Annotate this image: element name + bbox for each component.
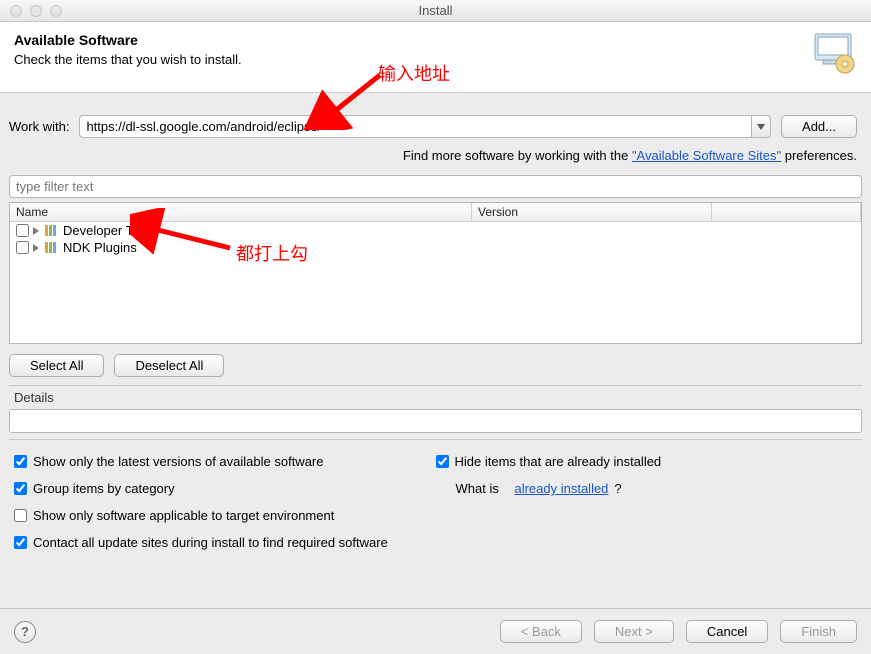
what-is-prefix: What is [456,481,499,496]
titlebar: Install [0,0,871,22]
opt-contact-sites-checkbox[interactable] [14,536,27,549]
banner: Available Software Check the items that … [0,22,871,93]
filter-input[interactable] [9,175,862,198]
opt-latest-versions[interactable]: Show only the latest versions of availab… [14,454,436,469]
opt-label: Hide items that are already installed [455,454,662,469]
install-icon [809,32,857,74]
opt-latest-versions-checkbox[interactable] [14,455,27,468]
column-version[interactable]: Version [472,203,712,221]
finish-button[interactable]: Finish [780,620,857,643]
details-label: Details [0,390,871,409]
options-right: Hide items that are already installed Wh… [436,454,858,550]
opt-label: Show only the latest versions of availab… [33,454,324,469]
banner-heading: Available Software [14,32,242,48]
software-tree[interactable]: Name Version Developer Tools NDK Plugins [9,202,862,344]
separator [9,385,862,386]
deselect-all-button[interactable]: Deselect All [114,354,224,377]
already-installed-link[interactable]: already installed [514,481,608,496]
what-is-line: What is already installed? [436,481,858,496]
select-all-button[interactable]: Select All [9,354,104,377]
row-checkbox[interactable] [16,224,29,237]
work-with-row: Work with: Add... [0,93,871,144]
what-is-suffix: ? [614,481,621,496]
opt-hide-installed[interactable]: Hide items that are already installed [436,454,858,469]
work-with-combo [79,115,771,138]
select-row: Select All Deselect All [0,344,871,385]
opt-label: Group items by category [33,481,175,496]
opt-target-env[interactable]: Show only software applicable to target … [14,508,436,523]
package-icon [45,225,59,236]
separator [9,439,862,440]
filter-row [0,175,871,202]
expand-icon[interactable] [33,244,39,252]
expand-icon[interactable] [33,227,39,235]
window-title: Install [0,3,871,18]
opt-group-category[interactable]: Group items by category [14,481,436,496]
work-with-dropdown-button[interactable] [751,115,771,138]
details-box[interactable] [9,409,862,433]
add-button[interactable]: Add... [781,115,857,138]
column-name[interactable]: Name [10,203,472,221]
row-label: NDK Plugins [63,240,137,255]
options-area: Show only the latest versions of availab… [0,444,871,550]
tree-row[interactable]: Developer Tools [10,222,861,239]
help-button[interactable]: ? [14,621,36,643]
work-with-label: Work with: [9,119,69,134]
work-with-input[interactable] [79,115,751,138]
opt-hide-installed-checkbox[interactable] [436,455,449,468]
more-software-prefix: Find more software by working with the [403,148,632,163]
tree-header: Name Version [10,203,861,222]
tree-row[interactable]: NDK Plugins [10,239,861,256]
opt-group-category-checkbox[interactable] [14,482,27,495]
cancel-button[interactable]: Cancel [686,620,768,643]
column-spacer [712,203,861,221]
more-software-suffix: preferences. [781,148,857,163]
available-software-sites-link[interactable]: "Available Software Sites" [632,148,781,163]
back-button[interactable]: < Back [500,620,582,643]
opt-contact-sites[interactable]: Contact all update sites during install … [14,535,436,550]
next-button[interactable]: Next > [594,620,674,643]
footer: ? < Back Next > Cancel Finish [0,608,871,654]
options-left: Show only the latest versions of availab… [14,454,436,550]
row-label: Developer Tools [63,223,156,238]
banner-subheading: Check the items that you wish to install… [14,52,242,67]
footer-buttons: < Back Next > Cancel Finish [500,620,857,643]
package-icon [45,242,59,253]
more-software-line: Find more software by working with the "… [0,144,871,175]
opt-target-env-checkbox[interactable] [14,509,27,522]
chevron-down-icon [757,124,765,130]
row-checkbox[interactable] [16,241,29,254]
opt-label: Contact all update sites during install … [33,535,388,550]
opt-label: Show only software applicable to target … [33,508,334,523]
